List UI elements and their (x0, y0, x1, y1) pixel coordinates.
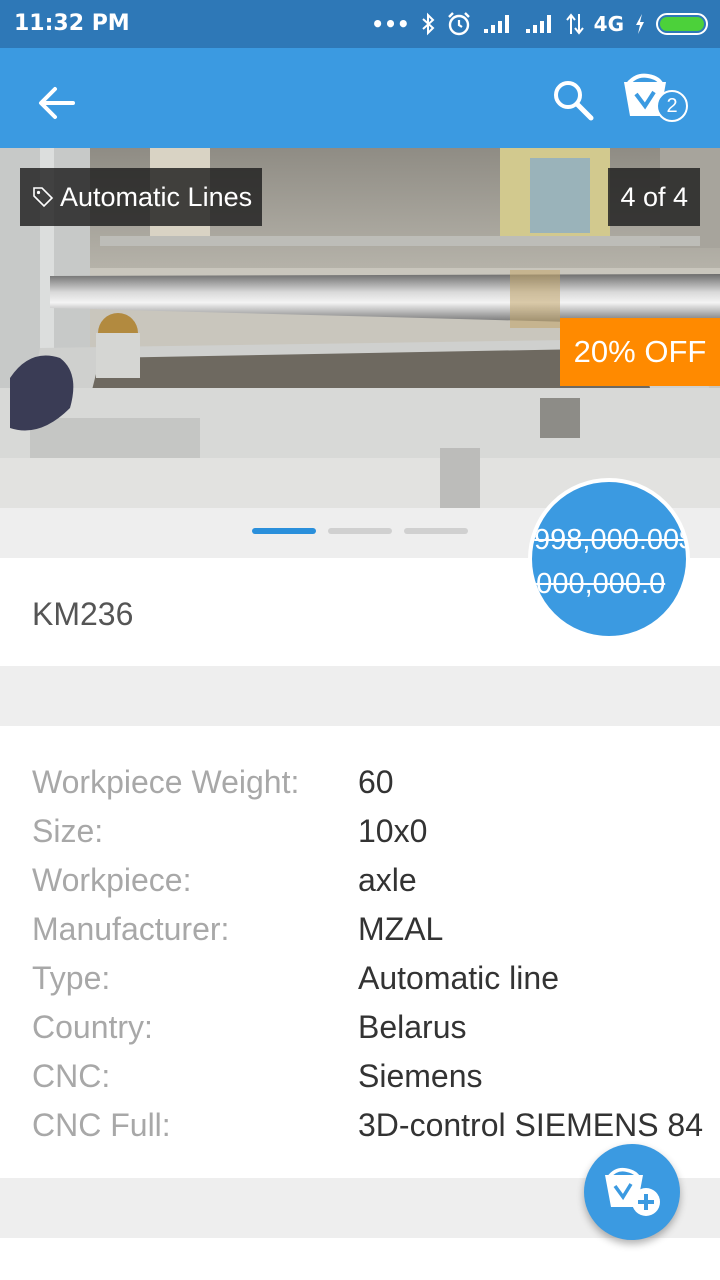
search-button[interactable] (540, 70, 606, 130)
spec-value: Automatic line (358, 960, 559, 996)
spec-label: Size: (32, 813, 104, 849)
signal-icon (525, 15, 551, 33)
spec-value: Siemens (358, 1058, 483, 1094)
spec-row: Workpiece: axle (0, 862, 720, 911)
cart-count-badge: 2 (656, 90, 688, 122)
spec-value: 10x0 (358, 813, 428, 849)
spec-label: CNC Full: (32, 1107, 171, 1143)
price-badge: 998,000.00$ 1,000,000.0 (528, 478, 690, 640)
spec-row: Type: Automatic line (0, 960, 720, 1009)
spec-row: CNC: Siemens (0, 1058, 720, 1107)
spec-row: Country: Belarus (0, 1009, 720, 1058)
category-tag[interactable]: Automatic Lines (20, 168, 263, 226)
spec-value: axle (358, 862, 417, 898)
data-transfer-icon (565, 13, 584, 35)
spec-value: MZAL (358, 911, 444, 947)
section-divider (0, 666, 720, 726)
bottom-card (0, 1238, 720, 1280)
search-icon (554, 81, 594, 121)
spec-label: CNC: (32, 1058, 111, 1094)
spec-value: 3D-control SIEMENS 84 (358, 1107, 704, 1143)
pager-dot-3[interactable] (404, 528, 468, 534)
spec-row: Manufacturer: MZAL (0, 911, 720, 960)
spec-row: Workpiece Weight: 60 (0, 764, 720, 813)
back-arrow-icon (39, 87, 75, 119)
pager-dot-1[interactable] (252, 528, 316, 534)
signal-icon (483, 15, 509, 33)
discount-badge: 20% OFF (560, 318, 720, 386)
spec-value: Belarus (358, 1009, 467, 1045)
spec-label: Workpiece Weight: (32, 764, 300, 800)
pager-dot-2[interactable] (328, 528, 392, 534)
battery-icon (656, 13, 708, 35)
alarm-icon (447, 12, 470, 36)
cart-button[interactable]: 2 (616, 68, 700, 134)
tag-icon (33, 187, 54, 208)
status-bar: 11:32 PM ••• 4G (0, 0, 720, 48)
spec-row: Size: 10x0 (0, 813, 720, 862)
charging-icon (636, 14, 644, 34)
specs-card: Workpiece Weight: 60 Size: 10x0 Workpiec… (0, 726, 720, 1178)
network-type: 4G (593, 12, 624, 36)
product-title: KM236 (32, 596, 134, 632)
image-counter: 4 of 4 (608, 168, 700, 226)
add-to-cart-button[interactable] (584, 1144, 680, 1240)
more-dots-icon: ••• (371, 12, 410, 36)
spec-label: Workpiece: (32, 862, 192, 898)
bluetooth-icon (421, 12, 435, 36)
status-time: 11:32 PM (14, 11, 130, 36)
category-tag-label: Automatic Lines (60, 181, 253, 212)
add-to-cart-icon (605, 1167, 660, 1216)
current-price: 998,000.00$ (534, 524, 690, 556)
spec-label: Type: (32, 960, 111, 996)
back-button[interactable] (26, 76, 86, 130)
spec-label: Country: (32, 1009, 153, 1045)
spec-value: 60 (358, 764, 394, 800)
spec-label: Manufacturer: (32, 911, 230, 947)
original-price: 1,000,000.0 (528, 568, 666, 600)
product-image-carousel[interactable]: Automatic Lines 4 of 4 20% OFF (0, 148, 720, 508)
status-icons: ••• 4G (371, 9, 708, 39)
app-bar: 2 (0, 48, 720, 148)
